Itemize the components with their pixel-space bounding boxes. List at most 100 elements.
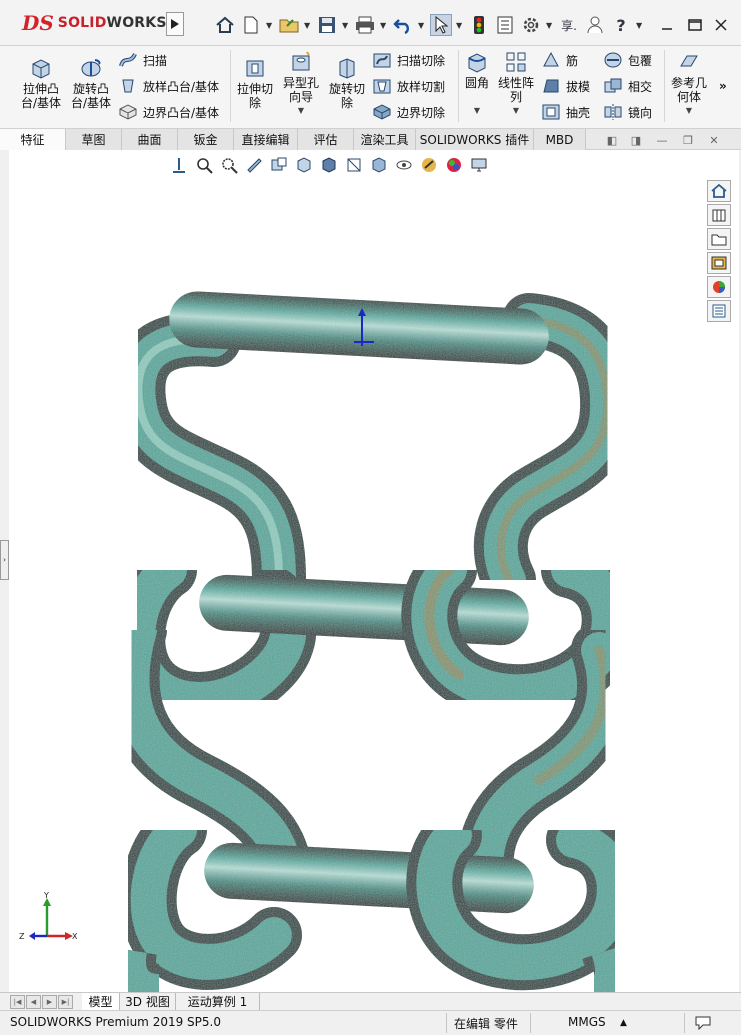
section-view-icon[interactable] <box>244 155 264 175</box>
save-icon[interactable] <box>316 14 338 36</box>
options-dropdown-icon[interactable]: ▼ <box>546 21 554 30</box>
draft-button[interactable]: 拔模 <box>541 76 590 96</box>
tab-surfaces[interactable]: 曲面 <box>122 129 178 150</box>
zoom-to-fit-icon[interactable] <box>169 155 189 175</box>
tab-mbd[interactable]: MBD <box>534 129 586 150</box>
solidworks-logo[interactable]: DS SOLIDWORKS <box>22 8 166 38</box>
edit-appearance-icon[interactable] <box>369 155 389 175</box>
linear-pattern-button[interactable]: 线性阵 列 ▼ <box>494 50 538 118</box>
sweep-button[interactable]: 扫描 <box>118 50 167 70</box>
view-palette-icon[interactable] <box>707 252 731 274</box>
tab-render-tools[interactable]: 渲染工具 <box>354 129 416 150</box>
dynamic-annotation-icon[interactable] <box>269 155 289 175</box>
view-orientation-icon[interactable] <box>294 155 314 175</box>
fillet-dropdown-icon[interactable]: ▼ <box>474 104 480 118</box>
hide-show-items-icon[interactable] <box>344 155 364 175</box>
linear-pattern-dropdown-icon[interactable]: ▼ <box>513 104 519 118</box>
tab-motion-study[interactable]: 运动算例 1 <box>176 993 260 1010</box>
intersect-button[interactable]: 相交 <box>603 76 652 96</box>
unit-system-arrow-icon[interactable]: ▲ <box>620 1018 627 1028</box>
chain-link-bottom[interactable] <box>100 802 643 992</box>
realview-icon[interactable] <box>444 155 464 175</box>
boundary-cut-button[interactable]: 边界切除 <box>372 102 445 122</box>
undo-icon[interactable] <box>392 14 414 36</box>
appearances-scenes-icon[interactable] <box>707 276 731 298</box>
reference-geometry-dropdown-icon[interactable]: ▼ <box>686 104 692 118</box>
options-gear-icon[interactable] <box>520 14 542 36</box>
tab-direct-editing[interactable]: 直接编辑 <box>234 129 298 150</box>
tab-3d-views[interactable]: 3D 视图 <box>120 993 176 1010</box>
fillet-button[interactable]: 圆角 ▼ <box>460 50 494 118</box>
mirror-button[interactable]: 镜向 <box>603 102 652 122</box>
unit-system[interactable]: MMGS <box>568 1015 606 1029</box>
tab-evaluate[interactable]: 评估 <box>298 129 354 150</box>
monitor-display-icon[interactable] <box>469 155 489 175</box>
tab-close-icon[interactable]: ✕ <box>706 132 722 148</box>
help-dropdown-icon[interactable]: ▼ <box>636 21 644 30</box>
tab-sketch[interactable]: 草图 <box>66 129 122 150</box>
expand-menu-button[interactable] <box>166 12 184 36</box>
hole-wizard-dropdown-icon[interactable]: ▼ <box>298 104 304 118</box>
revolve-boss-button[interactable]: 旋转凸 台/基体 <box>66 56 116 110</box>
user-account-icon[interactable] <box>584 14 606 36</box>
previous-view-icon[interactable] <box>219 155 239 175</box>
design-library-icon[interactable] <box>707 204 731 226</box>
user-menu-label[interactable]: 享. <box>558 14 580 36</box>
open-folder-icon[interactable] <box>278 14 300 36</box>
maximize-icon[interactable] <box>682 12 708 38</box>
quick-tips-icon[interactable] <box>694 1014 712 1033</box>
tab-minimize-icon[interactable]: — <box>654 132 670 148</box>
file-properties-icon[interactable] <box>494 14 516 36</box>
graphics-area[interactable]: Y X Z <box>9 150 739 992</box>
last-tab-icon[interactable]: ▶| <box>58 995 73 1009</box>
help-icon[interactable]: ? <box>610 14 632 36</box>
ribbon-overflow-button[interactable]: » <box>719 76 727 96</box>
sweep-cut-button[interactable]: 扫描切除 <box>372 50 445 70</box>
apply-scene-icon[interactable] <box>394 155 414 175</box>
tab-restore-icon[interactable]: ❐ <box>680 132 696 148</box>
print-icon[interactable] <box>354 14 376 36</box>
first-tab-icon[interactable]: |◀ <box>10 995 25 1009</box>
shell-button[interactable]: 抽壳 <box>541 102 590 122</box>
reference-geometry-button[interactable]: 参考几 何体 ▼ <box>666 50 712 118</box>
rebuild-traffic-light-icon[interactable] <box>468 14 490 36</box>
select-cursor-icon[interactable] <box>430 14 452 36</box>
wrap-button[interactable]: 包覆 <box>603 50 652 70</box>
display-style-icon[interactable] <box>319 155 339 175</box>
solidworks-resources-home-icon[interactable] <box>707 180 731 202</box>
custom-properties-icon[interactable] <box>707 300 731 322</box>
boundary-boss-button[interactable]: 边界凸台/基体 <box>118 102 219 122</box>
print-dropdown-icon[interactable]: ▼ <box>380 21 388 30</box>
tab-model[interactable]: 模型 <box>82 993 120 1010</box>
close-icon[interactable] <box>708 12 734 38</box>
chain-link-top[interactable] <box>111 290 635 607</box>
extrude-boss-button[interactable]: 拉伸凸 台/基体 <box>14 56 68 110</box>
open-dropdown-icon[interactable]: ▼ <box>304 21 312 30</box>
tab-scroll-left-icon[interactable]: ◧ <box>604 132 620 148</box>
chain-model[interactable] <box>9 150 739 992</box>
tab-sheet-metal[interactable]: 钣金 <box>178 129 234 150</box>
new-document-icon[interactable] <box>240 14 262 36</box>
tab-features[interactable]: 特征 <box>0 129 66 150</box>
loft-boss-button[interactable]: 放样凸台/基体 <box>118 76 219 96</box>
next-tab-icon[interactable]: ▶ <box>42 995 57 1009</box>
rib-button[interactable]: 筋 <box>541 50 578 70</box>
save-dropdown-icon[interactable]: ▼ <box>342 21 350 30</box>
chain-link-middle[interactable] <box>109 542 638 728</box>
loft-cut-button[interactable]: 放样切割 <box>372 76 445 96</box>
file-explorer-icon[interactable] <box>707 228 731 250</box>
new-dropdown-icon[interactable]: ▼ <box>266 21 274 30</box>
extrude-cut-button[interactable]: 拉伸切 除 <box>234 56 276 110</box>
minimize-icon[interactable] <box>654 12 680 38</box>
prev-tab-icon[interactable]: ◀ <box>26 995 41 1009</box>
home-icon[interactable] <box>214 14 236 36</box>
feature-manager-collapse-handle[interactable]: › <box>0 540 9 580</box>
revolve-cut-button[interactable]: 旋转切 除 <box>326 56 368 110</box>
tab-scroll-right-icon[interactable]: ◨ <box>628 132 644 148</box>
zoom-to-area-icon[interactable] <box>194 155 214 175</box>
tab-solidworks-addins[interactable]: SOLIDWORKS 插件 <box>416 129 534 150</box>
hole-wizard-button[interactable]: 异型孔 向导 ▼ <box>278 50 324 118</box>
view-settings-icon[interactable] <box>419 155 439 175</box>
select-dropdown-icon[interactable]: ▼ <box>456 21 464 30</box>
undo-dropdown-icon[interactable]: ▼ <box>418 21 426 30</box>
